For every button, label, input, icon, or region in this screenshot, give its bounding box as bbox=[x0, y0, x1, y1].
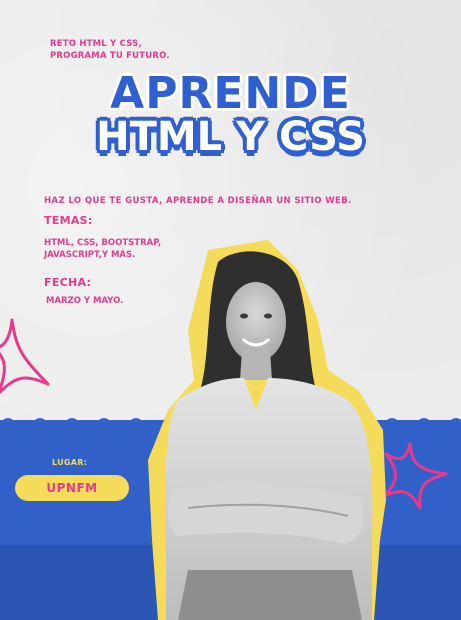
fecha-heading: FECHA: bbox=[44, 276, 92, 289]
title-line1-text: APRENDE bbox=[110, 68, 351, 119]
top-note: RETO HTML Y CSS, PROGRAMA TU FUTURO. bbox=[50, 38, 170, 62]
title-line2: HTML Y CSS bbox=[0, 114, 461, 160]
fecha-value: MARZO Y MAYO. bbox=[46, 296, 124, 306]
title-line2-text: HTML Y CSS bbox=[96, 114, 365, 160]
lugar-badge: UPNFM bbox=[15, 475, 129, 501]
sparkle-star-icon bbox=[0, 318, 50, 395]
photo-cutout bbox=[148, 240, 386, 620]
top-note-line1: RETO HTML Y CSS, bbox=[50, 39, 142, 49]
woman-photo bbox=[148, 240, 388, 620]
sparkle-star-icon bbox=[382, 442, 448, 510]
poster: RETO HTML Y CSS, PROGRAMA TU FUTURO. APR… bbox=[0, 0, 461, 620]
title-line1: APRENDE bbox=[0, 68, 461, 119]
top-note-line2: PROGRAMA TU FUTURO. bbox=[50, 51, 170, 61]
tagline: HAZ LO QUE TE GUSTA, APRENDE A DISEÑAR U… bbox=[44, 196, 352, 206]
lugar-heading: LUGAR: bbox=[52, 458, 88, 467]
temas-heading: TEMAS: bbox=[44, 214, 93, 227]
